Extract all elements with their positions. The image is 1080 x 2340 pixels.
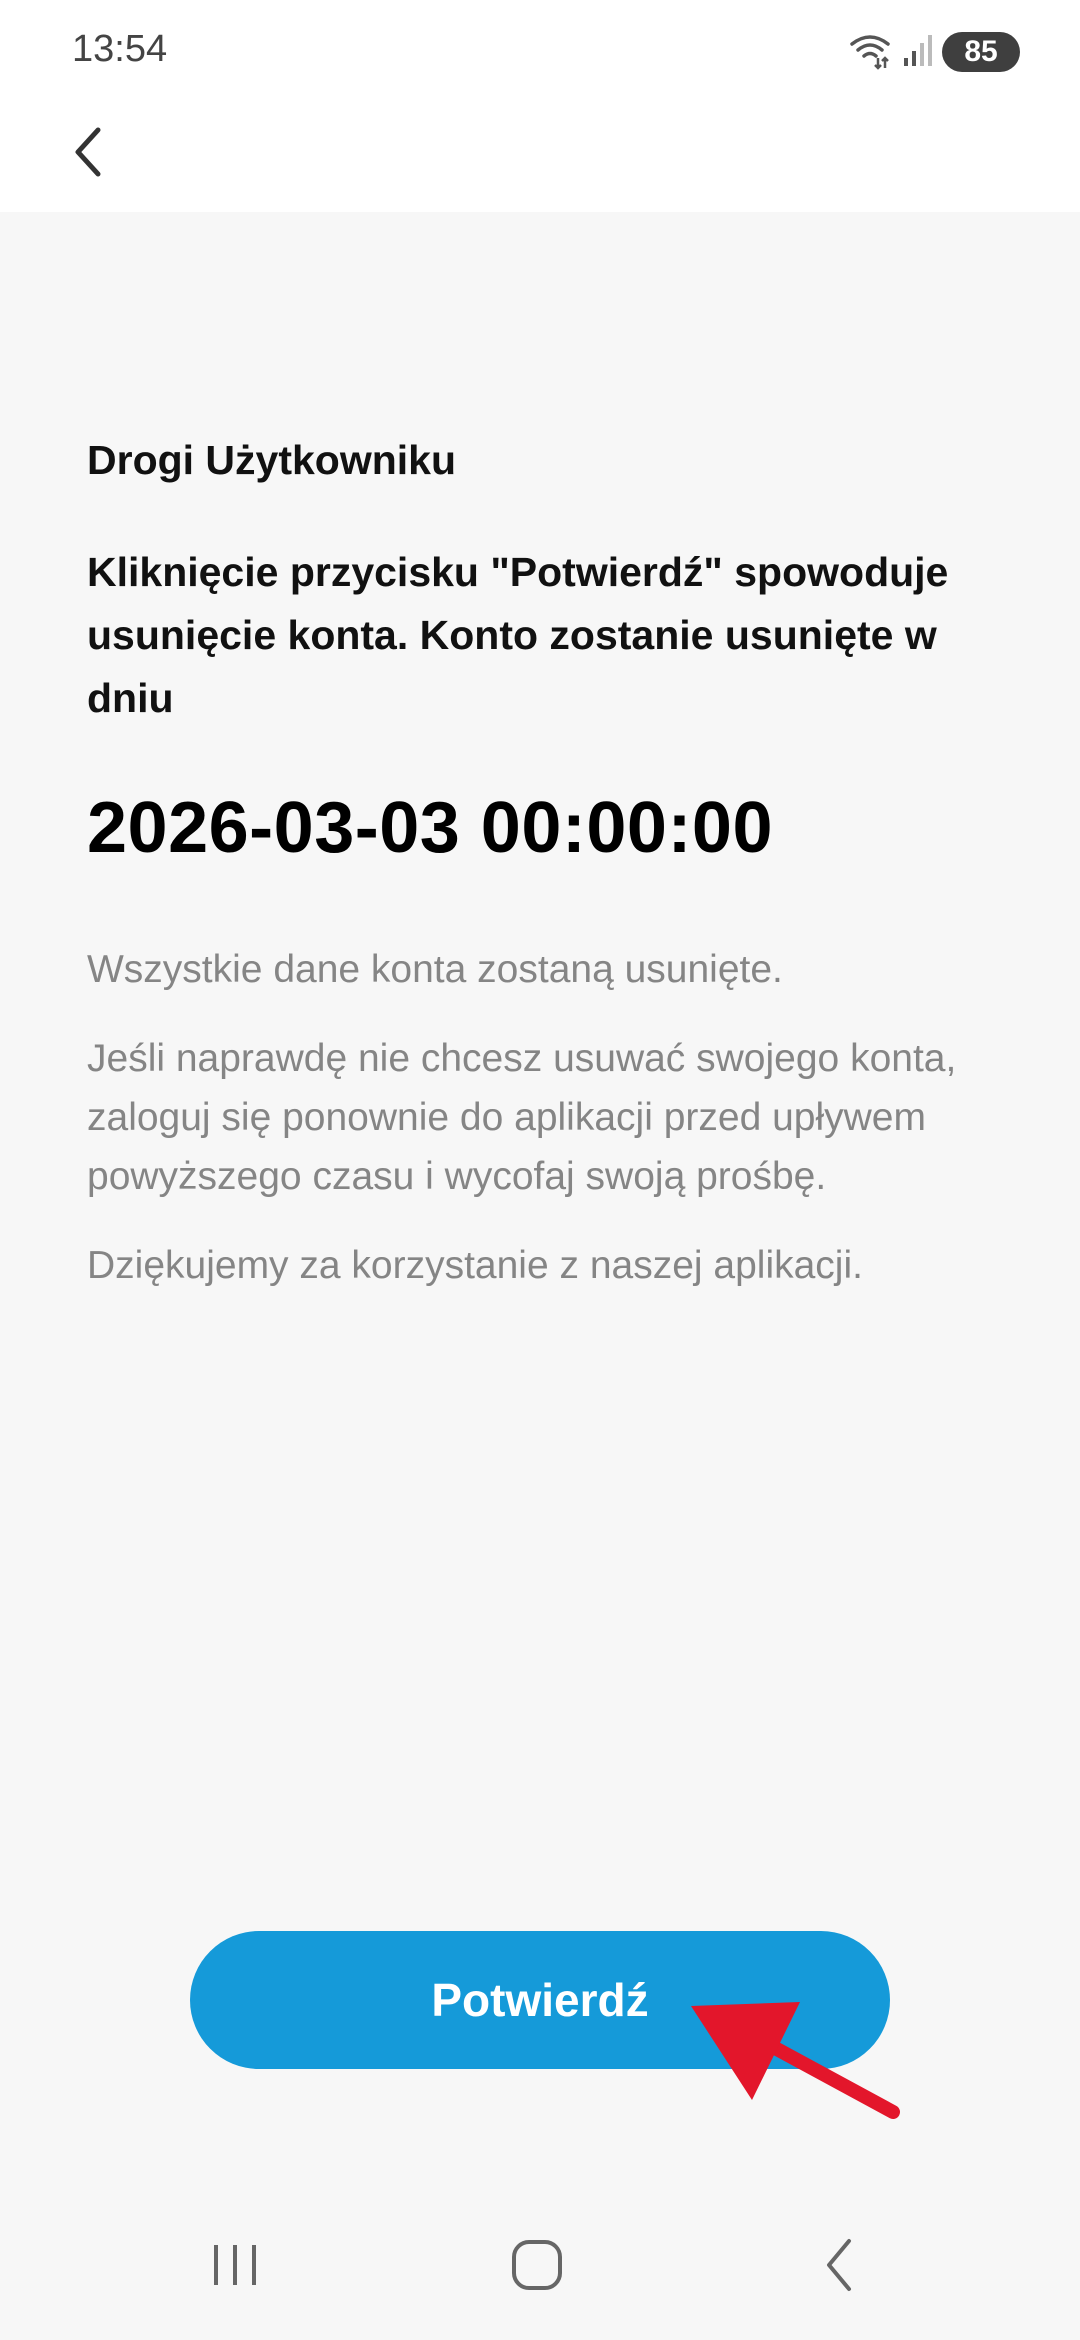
app-bar (0, 100, 1080, 212)
greeting-heading: Drogi Użytkowniku (87, 437, 457, 483)
deletion-warning: Kliknięcie przycisku "Potwierdź" spowodu… (87, 549, 949, 722)
nav-back-button[interactable] (784, 2222, 894, 2312)
status-bar: 13:54 85 (0, 0, 1080, 100)
signal-icon (902, 32, 932, 73)
back-button[interactable] (48, 114, 128, 194)
status-time: 13:54 (72, 28, 168, 70)
deletion-date: 2026-03-03 00:00:00 (87, 788, 774, 869)
battery-icon: 85 (942, 32, 1020, 72)
system-nav-bar (0, 2194, 1080, 2340)
recent-apps-icon (210, 2242, 260, 2293)
info-cancel-instructions: Jeśli naprawdę nie chcesz usuwać swojego… (87, 1037, 957, 1199)
confirm-button[interactable]: Potwierdź (190, 1931, 890, 2069)
account-deletion-content: Drogi Użytkowniku Kliknięcie przycisku "… (87, 212, 987, 1295)
home-button[interactable] (482, 2222, 592, 2312)
info-thanks: Dziękujemy za korzystanie z naszej aplik… (87, 1244, 863, 1288)
wifi-icon (848, 30, 892, 75)
home-icon (510, 2238, 564, 2297)
back-icon (819, 2237, 859, 2298)
info-data-removed: Wszystkie dane konta zostaną usunięte. (87, 948, 783, 992)
status-icons: 85 (848, 30, 1020, 74)
chevron-left-icon (68, 124, 108, 185)
recent-apps-button[interactable] (180, 2222, 290, 2312)
